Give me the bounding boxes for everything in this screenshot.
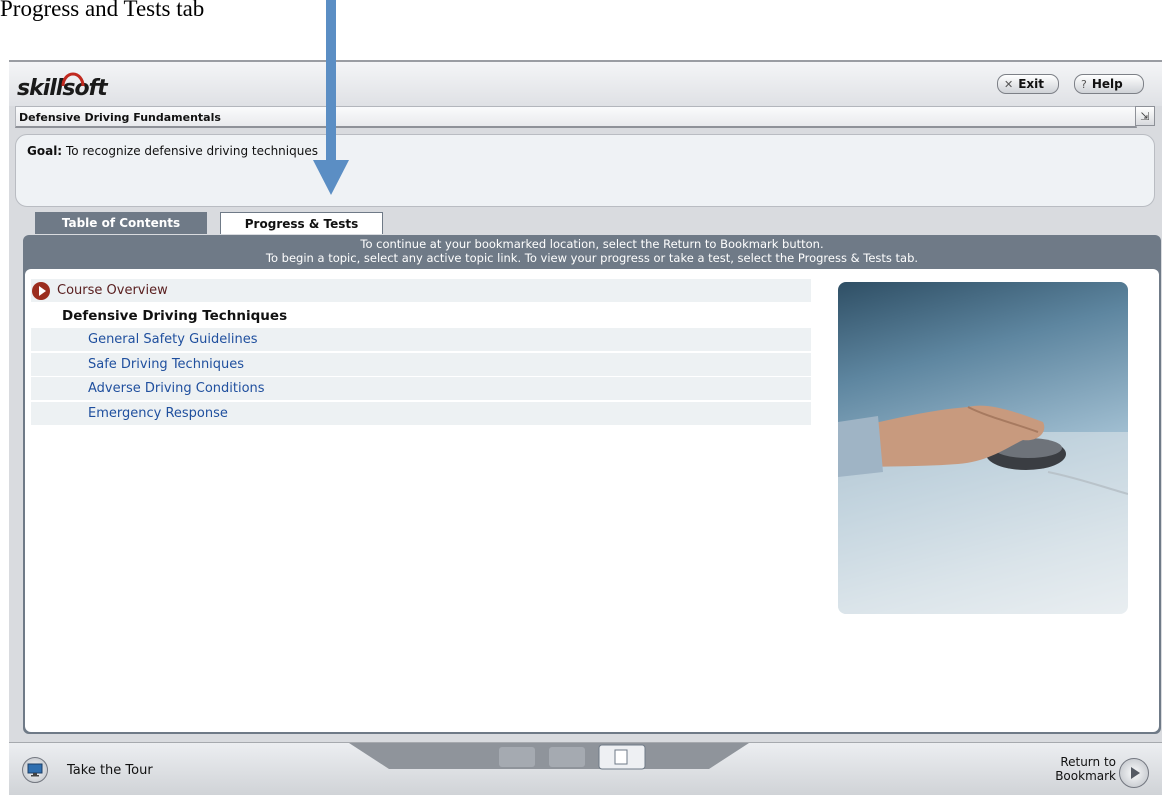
toc-row-course-overview[interactable]: Course Overview	[31, 279, 811, 303]
topic-link[interactable]: Safe Driving Techniques	[88, 357, 244, 372]
question-icon: ?	[1081, 77, 1087, 91]
toc-topic-row[interactable]: Adverse Driving Conditions	[31, 377, 811, 401]
topic-link[interactable]: Adverse Driving Conditions	[88, 381, 265, 396]
expand-button[interactable]: ⇲	[1135, 106, 1155, 126]
expand-icon: ⇲	[1140, 109, 1150, 123]
bookmark-line-2: Bookmark	[1055, 769, 1116, 783]
exit-button[interactable]: ✕ Exit	[997, 74, 1059, 94]
instructions-line-1: To continue at your bookmarked location,…	[360, 237, 824, 251]
tab-table-of-contents[interactable]: Table of Contents	[35, 212, 207, 234]
monitor-icon	[27, 763, 43, 777]
captions-icon	[549, 747, 585, 767]
tab-progress-and-tests[interactable]: Progress & Tests	[220, 212, 383, 234]
tools-tray	[349, 743, 749, 770]
course-player-window: skillsoft ✕ Exit ? Help Defensive Drivin…	[9, 60, 1162, 795]
course-image	[838, 282, 1128, 614]
return-to-bookmark-label[interactable]: Return to Bookmark	[1021, 755, 1116, 783]
hand-on-mouse-illustration	[838, 405, 1128, 614]
course-overview-link[interactable]: Course Overview	[57, 283, 168, 298]
play-icon[interactable]	[1119, 758, 1149, 788]
help-button[interactable]: ? Help	[1074, 74, 1144, 94]
notes-icon	[499, 747, 535, 767]
close-icon: ✕	[1004, 77, 1014, 91]
footer-bar: Take the Tour Return to Bookmark	[9, 742, 1162, 795]
table-of-contents-area: Course Overview Defensive Driving Techni…	[25, 269, 1159, 732]
goal-label: Goal:	[27, 144, 63, 158]
toc-topic-row[interactable]: Safe Driving Techniques	[31, 353, 811, 377]
course-title: Defensive Driving Fundamentals	[19, 111, 221, 124]
toc-topic-row[interactable]: General Safety Guidelines	[31, 328, 811, 352]
bookmark-line-1: Return to	[1060, 755, 1116, 769]
help-label: Help	[1091, 77, 1123, 91]
exit-label: Exit	[1018, 77, 1045, 91]
topic-link[interactable]: General Safety Guidelines	[88, 332, 258, 347]
goal-text: To recognize defensive driving technique…	[65, 144, 318, 158]
topic-link[interactable]: Emergency Response	[88, 406, 228, 421]
toc-topic-row[interactable]: Emergency Response	[31, 402, 811, 426]
annotation-caption: Progress and Tests tab	[0, 0, 205, 21]
course-title-bar: Defensive Driving Fundamentals	[15, 106, 1137, 128]
goal-statement: Goal: To recognize defensive driving tec…	[27, 144, 318, 158]
content-panel: To continue at your bookmarked location,…	[23, 235, 1161, 734]
logo-arc-icon	[61, 72, 85, 87]
instructions-line-2: To begin a topic, select any active topi…	[265, 251, 919, 265]
title-bar: skillsoft ✕ Exit ? Help	[9, 62, 1162, 106]
take-the-tour-label[interactable]: Take the Tour	[67, 763, 153, 778]
return-to-bookmark[interactable]: Return to Bookmark	[1017, 755, 1149, 795]
instructions: To continue at your bookmarked location,…	[23, 237, 1161, 265]
play-icon	[32, 282, 50, 300]
section-title: Defensive Driving Techniques	[62, 307, 288, 324]
take-the-tour-button[interactable]	[22, 757, 48, 783]
goal-box: Goal: To recognize defensive driving tec…	[15, 134, 1155, 207]
toc-section-heading: Defensive Driving Techniques	[31, 304, 811, 328]
